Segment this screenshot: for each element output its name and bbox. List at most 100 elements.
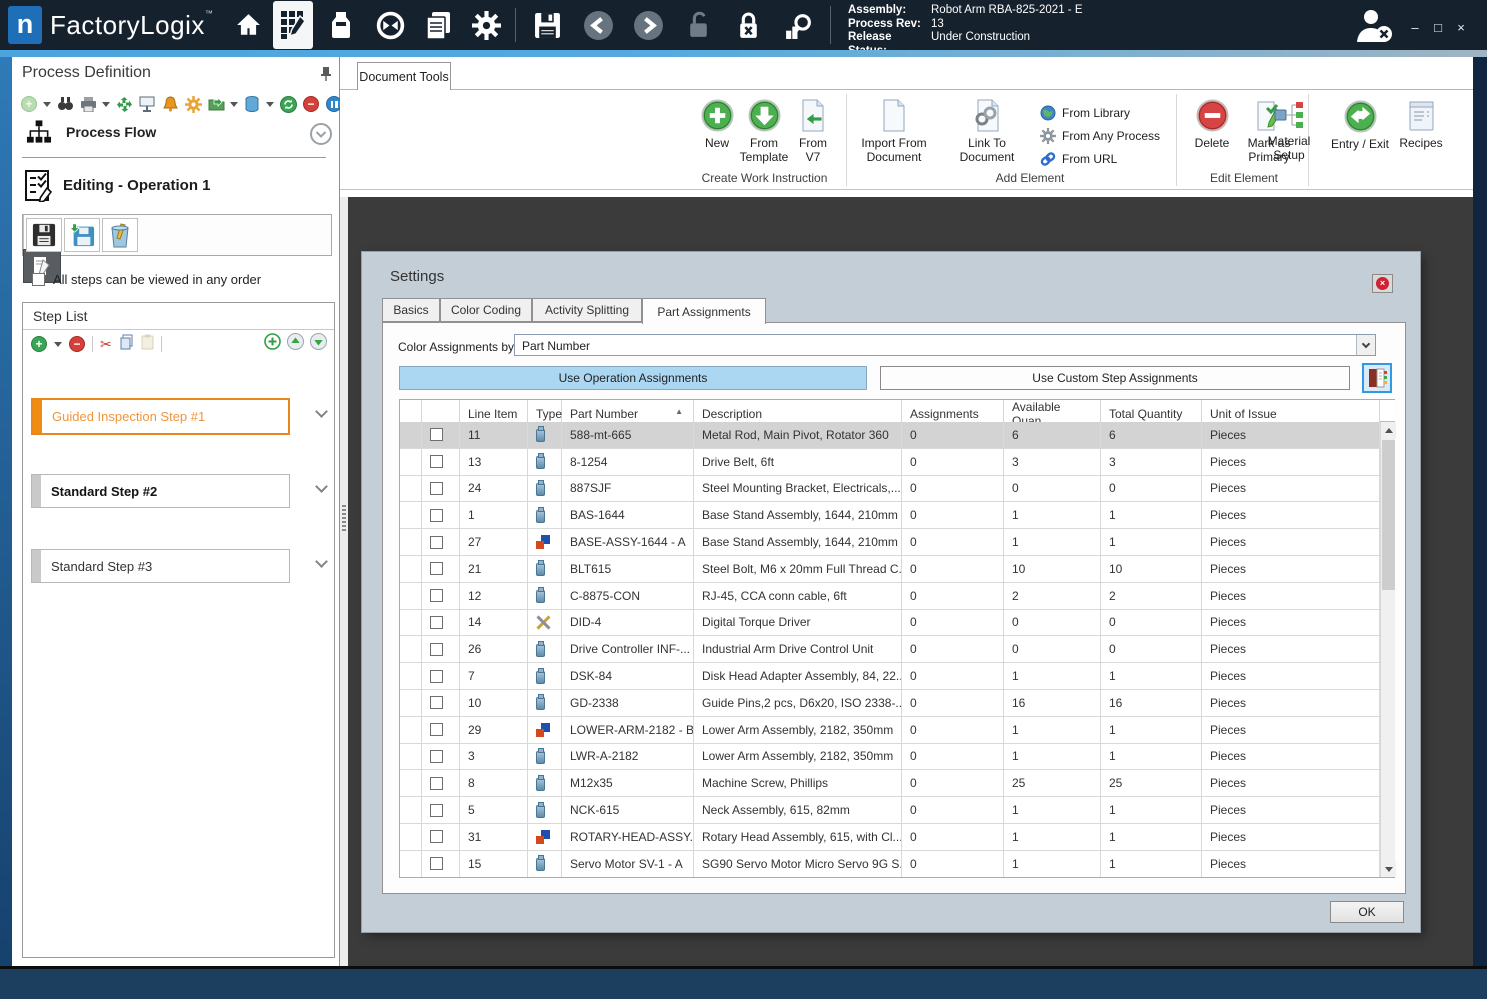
entry-exit-button[interactable]: Entry / Exit: [1326, 100, 1394, 151]
row-checkbox[interactable]: [430, 830, 443, 844]
save-operation-button[interactable]: [26, 218, 62, 252]
row-checkbox[interactable]: [430, 723, 443, 737]
table-row[interactable]: 11 588-mt-665 Metal Rod, Main Pivot, Rot…: [400, 422, 1380, 449]
settings-button[interactable]: [468, 8, 504, 42]
presentation-icon[interactable]: [138, 95, 156, 113]
from-template-button[interactable]: From Template: [736, 99, 792, 164]
step-2-expand-chevron[interactable]: [311, 480, 331, 502]
row-checkbox[interactable]: [430, 642, 443, 656]
process-editor-button[interactable]: [275, 8, 311, 42]
scroll-down-button[interactable]: [1381, 861, 1396, 877]
scrollbar-thumb[interactable]: [1382, 440, 1395, 590]
scroll-up-button[interactable]: [1381, 422, 1396, 438]
save-button[interactable]: [529, 8, 565, 42]
print-icon[interactable]: [79, 95, 97, 113]
table-row[interactable]: 13 8-1254 Drive Belt, 6ft 0 3 3 Pieces: [400, 448, 1380, 476]
panel-splitter[interactable]: [340, 197, 348, 966]
table-row[interactable]: 12 C-8875-CON RJ-45, CCA conn cable, 6ft…: [400, 582, 1380, 610]
delete-operation-button[interactable]: [102, 218, 138, 252]
step-item-guided-inspection-1[interactable]: Guided Inspection Step #1: [31, 398, 290, 435]
export-icon[interactable]: [207, 95, 225, 113]
row-checkbox[interactable]: [430, 562, 443, 576]
documents-button[interactable]: [420, 8, 456, 42]
row-checkbox[interactable]: [430, 481, 443, 495]
integration-icon[interactable]: [115, 95, 133, 113]
gear-orange-icon[interactable]: [184, 95, 202, 113]
splitter-grip[interactable]: [342, 505, 346, 531]
find-icon[interactable]: [56, 95, 74, 113]
material-setup-button[interactable]: Material Setup: [1260, 100, 1318, 162]
step-1-expand-chevron[interactable]: [311, 405, 331, 427]
tab-color-coding[interactable]: Color Coding: [440, 298, 532, 322]
row-checkbox[interactable]: [430, 776, 443, 790]
cut-icon[interactable]: ✂: [100, 337, 112, 351]
delete-element-button[interactable]: Delete: [1188, 99, 1236, 150]
link-to-document-button[interactable]: Link To Document: [948, 99, 1026, 164]
copy-icon[interactable]: [119, 334, 134, 355]
refresh-icon[interactable]: [279, 95, 297, 113]
disable-icon[interactable]: −: [302, 95, 320, 113]
row-checkbox[interactable]: [430, 669, 443, 683]
row-checkbox[interactable]: [430, 615, 443, 629]
table-row[interactable]: 10 GD-2338 Guide Pins,2 pcs, D6x20, ISO …: [400, 689, 1380, 717]
use-custom-step-assignments-button[interactable]: Use Custom Step Assignments: [880, 366, 1350, 390]
table-row[interactable]: 1 BAS-1644 Base Stand Assembly, 1644, 21…: [400, 502, 1380, 530]
row-checkbox[interactable]: [430, 535, 443, 549]
row-checkbox[interactable]: [430, 803, 443, 817]
collapse-circle-icon[interactable]: [310, 123, 332, 150]
from-v7-button[interactable]: From V7: [792, 99, 834, 164]
from-any-process-item[interactable]: From Any Process: [1040, 125, 1160, 147]
table-scrollbar[interactable]: [1380, 422, 1396, 877]
add-inspection-icon[interactable]: [264, 333, 281, 355]
dialog-close-button[interactable]: ×: [1372, 274, 1393, 293]
tab-part-assignments[interactable]: Part Assignments: [642, 298, 766, 324]
table-row[interactable]: 24 887SJF Steel Mounting Bracket, Electr…: [400, 475, 1380, 503]
bell-icon[interactable]: [161, 95, 179, 113]
tab-basics[interactable]: Basics: [382, 298, 440, 322]
table-row[interactable]: 29 LOWER-ARM-2182 - B Lower Arm Assembly…: [400, 716, 1380, 744]
step-3-expand-chevron[interactable]: [311, 555, 331, 577]
step-item-standard-2[interactable]: Standard Step #2: [31, 474, 290, 508]
add-step-icon[interactable]: +: [31, 336, 47, 352]
unlock-button[interactable]: [680, 8, 716, 42]
table-row[interactable]: 15 Servo Motor SV-1 - A SG90 Servo Motor…: [400, 850, 1380, 877]
row-checkbox[interactable]: [430, 749, 443, 763]
import-from-document-button[interactable]: Import From Document: [850, 99, 938, 164]
add-step-caret[interactable]: [54, 341, 62, 347]
process-flow-row[interactable]: Process Flow: [26, 119, 156, 145]
tab-document-tools[interactable]: Document Tools: [357, 62, 451, 90]
move-up-icon[interactable]: [287, 333, 304, 355]
save-as-template-button[interactable]: [64, 218, 100, 252]
home-button[interactable]: [230, 8, 266, 42]
row-checkbox[interactable]: [430, 696, 443, 710]
row-checkbox[interactable]: [430, 455, 443, 469]
table-row[interactable]: 5 NCK-615 Neck Assembly, 615, 82mm 0 1 1…: [400, 797, 1380, 824]
from-url-item[interactable]: From URL: [1040, 148, 1117, 170]
row-checkbox[interactable]: [430, 508, 443, 522]
recipes-button[interactable]: Recipes: [1394, 100, 1448, 150]
table-row[interactable]: 8 M12x35 Machine Screw, Phillips 0 25 25…: [400, 770, 1380, 798]
table-row[interactable]: 21 BLT615 Steel Bolt, M6 x 20mm Full Thr…: [400, 555, 1380, 583]
row-checkbox[interactable]: [430, 428, 443, 442]
ok-button[interactable]: OK: [1330, 901, 1404, 923]
assignment-book-button[interactable]: [1362, 363, 1392, 393]
table-row[interactable]: 27 BASE-ASSY-1644 - A Base Stand Assembl…: [400, 529, 1380, 556]
close-window-button[interactable]: ×: [1451, 20, 1471, 35]
user-logout-button[interactable]: [1354, 7, 1394, 50]
redo-button[interactable]: [630, 8, 666, 42]
row-checkbox[interactable]: [430, 857, 443, 871]
view-order-checkbox[interactable]: [32, 273, 45, 286]
paste-icon[interactable]: [141, 334, 154, 355]
table-row[interactable]: 7 DSK-84 Disk Head Adapter Assembly, 84,…: [400, 663, 1380, 690]
minimize-button[interactable]: –: [1405, 20, 1425, 35]
table-row[interactable]: 31 ROTARY-HEAD-ASSY... Rotary Head Assem…: [400, 823, 1380, 851]
step-item-standard-3[interactable]: Standard Step #3: [31, 549, 290, 583]
dropdown-chevron-icon[interactable]: [1356, 335, 1375, 355]
lock-deny-button[interactable]: [730, 8, 766, 42]
table-row[interactable]: 14 DID-4 Digital Torque Driver 0 0 0 Pie…: [400, 609, 1380, 637]
use-operation-assignments-button[interactable]: Use Operation Assignments: [399, 366, 867, 390]
materials-button[interactable]: [323, 8, 359, 42]
tab-activity-splitting[interactable]: Activity Splitting: [532, 298, 642, 322]
add-icon[interactable]: +: [20, 95, 38, 113]
undo-button[interactable]: [580, 8, 616, 42]
